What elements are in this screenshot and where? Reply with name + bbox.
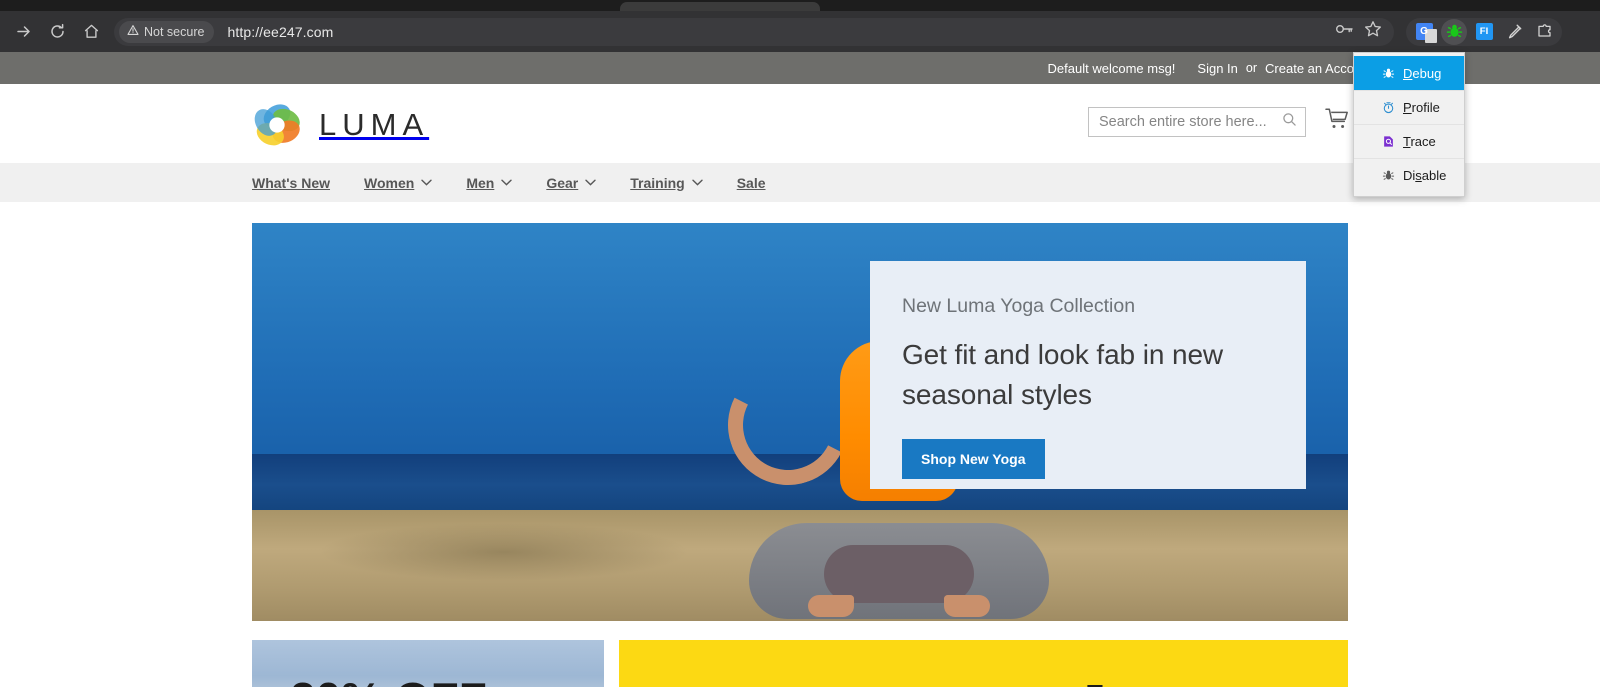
nav-label: Training	[630, 174, 685, 191]
shopping-cart-icon[interactable]	[1324, 106, 1350, 137]
security-status-badge[interactable]: Not secure	[119, 20, 215, 43]
star-icon[interactable]	[1364, 20, 1382, 43]
nav-label: What's New	[252, 174, 331, 191]
nav-label: Women	[364, 174, 415, 191]
menu-item-disable[interactable]: Disable	[1354, 158, 1464, 192]
nav-item-sale[interactable]: Sale	[737, 175, 766, 191]
menu-item-debug[interactable]: Debug	[1354, 56, 1464, 90]
nav-item-women[interactable]: Women	[364, 174, 433, 191]
omnibox[interactable]: Not secure http://ee247.com	[114, 17, 1394, 46]
nav-label: Gear	[546, 174, 579, 191]
nav-item-training[interactable]: Training	[630, 174, 703, 191]
hero-title: Get fit and look fab in new seasonal sty…	[902, 339, 1224, 410]
main-content: New Luma Yoga Collection Get fit and loo…	[0, 223, 1600, 687]
header-actions: Search entire store here...	[1088, 106, 1350, 137]
nav-label: Men	[466, 174, 495, 191]
nav-item-whats-new[interactable]: What's New	[252, 175, 330, 191]
extensions-puzzle-icon[interactable]	[1531, 19, 1557, 45]
security-status-label: Not secure	[144, 24, 205, 39]
menu-item-profile[interactable]: Profile	[1354, 90, 1464, 124]
promo-discount-text: 20% OFF	[290, 672, 487, 687]
menu-item-label: Debug	[1403, 65, 1442, 81]
bug-icon	[1381, 169, 1395, 183]
nav-item-men[interactable]: Men	[466, 174, 513, 191]
key-icon[interactable]	[1335, 21, 1354, 42]
menu-item-trace[interactable]: Trace	[1354, 124, 1464, 158]
hero-text-card: New Luma Yoga Collection Get fit and loo…	[870, 261, 1306, 489]
search-input[interactable]: Search entire store here...	[1088, 106, 1306, 137]
promo-tile-discount[interactable]: 20% OFF	[252, 640, 604, 687]
chevron-down-icon	[692, 179, 703, 186]
browser-chrome: Not secure http://ee247.com G FI	[0, 0, 1600, 52]
promo-tile-ways[interactable]: Even more ways	[619, 640, 1348, 687]
arrow-forward-icon[interactable]	[8, 17, 38, 47]
browser-tab-strip[interactable]	[0, 0, 1600, 11]
hero-banner[interactable]: New Luma Yoga Collection Get fit and loo…	[252, 223, 1348, 621]
sign-in-link[interactable]: Sign In	[1197, 61, 1237, 76]
or-separator: or	[1245, 61, 1258, 75]
luma-logo-link[interactable]: LUMA	[252, 100, 429, 150]
chevron-down-icon	[421, 179, 433, 186]
url-text[interactable]: http://ee247.com	[227, 24, 333, 40]
browser-toolbar: Not secure http://ee247.com G FI	[0, 11, 1600, 52]
search-icon[interactable]	[1282, 112, 1297, 132]
warning-triangle-icon	[127, 24, 139, 39]
nav-item-gear[interactable]: Gear	[546, 175, 596, 191]
page-content: Default welcome msg! Sign In or Create a…	[0, 52, 1600, 687]
home-icon[interactable]	[76, 17, 106, 47]
promo-tiles: 20% OFF Even more ways	[252, 640, 1348, 687]
omnibox-actions	[1335, 20, 1384, 43]
menu-item-label: Disable	[1403, 168, 1447, 183]
extension-dropdown-menu: Debug Profile Trace Disable	[1353, 52, 1465, 197]
menu-item-label: Profile	[1403, 100, 1440, 115]
hero-eyebrow: New Luma Yoga Collection	[902, 295, 1136, 317]
search-placeholder: Search entire store here...	[1099, 113, 1267, 130]
google-docs-extension-icon[interactable]: G	[1411, 19, 1437, 45]
stopwatch-icon	[1381, 101, 1395, 115]
promo-ways-text: Even more ways	[1085, 680, 1299, 687]
debug-bug-extension-icon[interactable]	[1441, 18, 1467, 45]
chevron-down-icon	[585, 179, 596, 186]
logo-wordmark: LUMA	[319, 107, 430, 142]
welcome-message: Default welcome msg!	[1047, 60, 1176, 76]
menu-item-label: Trace	[1403, 134, 1436, 149]
active-tab[interactable]	[620, 2, 820, 11]
chevron-down-icon	[501, 179, 513, 186]
extension-toolbar-group: G FI	[1406, 17, 1562, 46]
nav-label: Sale	[736, 174, 766, 191]
reload-icon[interactable]	[42, 17, 72, 47]
fi-extension-icon[interactable]: FI	[1471, 19, 1497, 45]
luma-flower-logo	[252, 100, 302, 150]
bug-icon	[1381, 66, 1395, 80]
shop-new-yoga-button[interactable]: Shop New Yoga	[902, 438, 1045, 479]
trace-doc-icon	[1381, 135, 1395, 149]
eyedropper-extension-icon[interactable]	[1501, 19, 1527, 45]
